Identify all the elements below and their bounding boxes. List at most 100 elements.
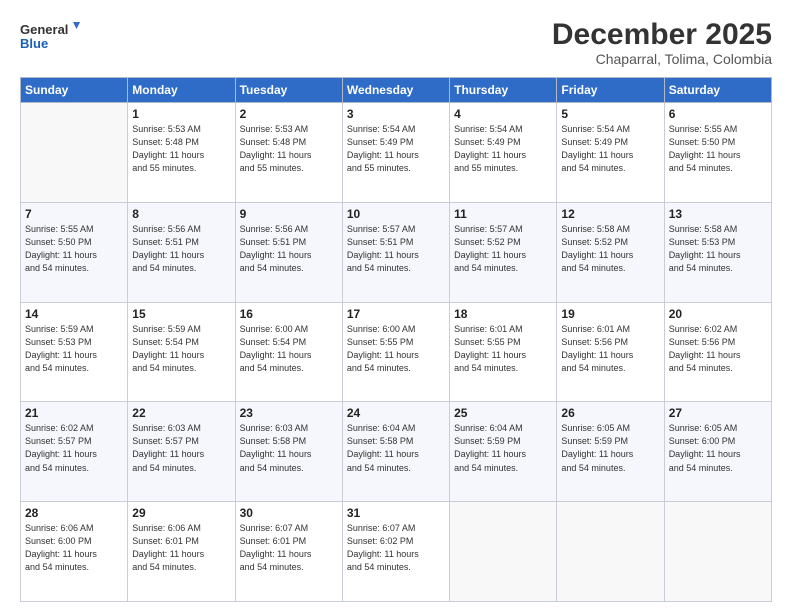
day-number: 13 (669, 207, 767, 221)
day-number: 22 (132, 406, 230, 420)
calendar-cell (664, 502, 771, 602)
day-info: Sunrise: 5:58 AM Sunset: 5:52 PM Dayligh… (561, 223, 659, 275)
day-info: Sunrise: 5:57 AM Sunset: 5:51 PM Dayligh… (347, 223, 445, 275)
calendar-cell (450, 502, 557, 602)
calendar-cell: 5 Sunrise: 5:54 AM Sunset: 5:49 PM Daylig… (557, 103, 664, 203)
title-block: December 2025 Chaparral, Tolima, Colombi… (552, 18, 772, 67)
column-header-tuesday: Tuesday (235, 78, 342, 103)
day-number: 15 (132, 307, 230, 321)
day-number: 27 (669, 406, 767, 420)
calendar-cell: 27 Sunrise: 6:05 AM Sunset: 6:00 PM Dayli… (664, 402, 771, 502)
day-info: Sunrise: 6:05 AM Sunset: 5:59 PM Dayligh… (561, 422, 659, 474)
column-header-friday: Friday (557, 78, 664, 103)
calendar-body: 1 Sunrise: 5:53 AM Sunset: 5:48 PM Daylig… (21, 103, 772, 602)
day-info: Sunrise: 6:00 AM Sunset: 5:55 PM Dayligh… (347, 323, 445, 375)
calendar-cell: 26 Sunrise: 6:05 AM Sunset: 5:59 PM Dayli… (557, 402, 664, 502)
logo-svg: General Blue (20, 18, 80, 56)
logo: General Blue (20, 18, 80, 56)
calendar-cell: 14Sunrise: 5:59 AM Sunset: 5:53 PM Dayli… (21, 302, 128, 402)
day-number: 6 (669, 107, 767, 121)
column-header-sunday: Sunday (21, 78, 128, 103)
day-info: Sunrise: 6:04 AM Sunset: 5:58 PM Dayligh… (347, 422, 445, 474)
day-info: Sunrise: 6:07 AM Sunset: 6:02 PM Dayligh… (347, 522, 445, 574)
day-number: 10 (347, 207, 445, 221)
day-number: 3 (347, 107, 445, 121)
calendar-cell: 25 Sunrise: 6:04 AM Sunset: 5:59 PM Dayli… (450, 402, 557, 502)
calendar-header: SundayMondayTuesdayWednesdayThursdayFrid… (21, 78, 772, 103)
day-number: 7 (25, 207, 123, 221)
calendar-cell: 4 Sunrise: 5:54 AM Sunset: 5:49 PM Daylig… (450, 103, 557, 203)
day-info: Sunrise: 5:55 AM Sunset: 5:50 PM Dayligh… (25, 223, 123, 275)
calendar-week-2: 7 Sunrise: 5:55 AM Sunset: 5:50 PM Daylig… (21, 202, 772, 302)
day-number: 11 (454, 207, 552, 221)
calendar-cell: 17 Sunrise: 6:00 AM Sunset: 5:55 PM Dayli… (342, 302, 449, 402)
day-info: Sunrise: 6:01 AM Sunset: 5:56 PM Dayligh… (561, 323, 659, 375)
day-number: 26 (561, 406, 659, 420)
header-row: SundayMondayTuesdayWednesdayThursdayFrid… (21, 78, 772, 103)
day-info: Sunrise: 6:06 AM Sunset: 6:00 PM Dayligh… (25, 522, 123, 574)
calendar-cell: 21 Sunrise: 6:02 AM Sunset: 5:57 PM Dayli… (21, 402, 128, 502)
day-info: Sunrise: 6:06 AM Sunset: 6:01 PM Dayligh… (132, 522, 230, 574)
day-number: 9 (240, 207, 338, 221)
day-number: 18 (454, 307, 552, 321)
calendar-cell: 2Sunrise: 5:53 AM Sunset: 5:48 PM Daylig… (235, 103, 342, 203)
calendar-cell: 16 Sunrise: 6:00 AM Sunset: 5:54 PM Dayli… (235, 302, 342, 402)
day-number: 19 (561, 307, 659, 321)
page-subtitle: Chaparral, Tolima, Colombia (552, 51, 772, 67)
day-info: Sunrise: 5:53 AM Sunset: 5:48 PM Dayligh… (240, 123, 338, 175)
svg-text:General: General (20, 22, 68, 37)
calendar-cell: 11Sunrise: 5:57 AM Sunset: 5:52 PM Dayli… (450, 202, 557, 302)
day-number: 29 (132, 506, 230, 520)
column-header-wednesday: Wednesday (342, 78, 449, 103)
calendar-cell: 3 Sunrise: 5:54 AM Sunset: 5:49 PM Daylig… (342, 103, 449, 203)
day-info: Sunrise: 5:55 AM Sunset: 5:50 PM Dayligh… (669, 123, 767, 175)
svg-text:Blue: Blue (20, 36, 48, 51)
day-info: Sunrise: 5:59 AM Sunset: 5:54 PM Dayligh… (132, 323, 230, 375)
day-number: 30 (240, 506, 338, 520)
calendar-cell: 8Sunrise: 5:56 AM Sunset: 5:51 PM Daylig… (128, 202, 235, 302)
day-info: Sunrise: 5:54 AM Sunset: 5:49 PM Dayligh… (561, 123, 659, 175)
calendar-table: SundayMondayTuesdayWednesdayThursdayFrid… (20, 77, 772, 602)
day-number: 25 (454, 406, 552, 420)
calendar-cell: 7 Sunrise: 5:55 AM Sunset: 5:50 PM Daylig… (21, 202, 128, 302)
calendar-cell: 23Sunrise: 6:03 AM Sunset: 5:58 PM Dayli… (235, 402, 342, 502)
calendar-cell: 19 Sunrise: 6:01 AM Sunset: 5:56 PM Dayli… (557, 302, 664, 402)
column-header-monday: Monday (128, 78, 235, 103)
day-number: 28 (25, 506, 123, 520)
calendar-cell: 9Sunrise: 5:56 AM Sunset: 5:51 PM Daylig… (235, 202, 342, 302)
calendar-cell: 31Sunrise: 6:07 AM Sunset: 6:02 PM Dayli… (342, 502, 449, 602)
day-info: Sunrise: 6:04 AM Sunset: 5:59 PM Dayligh… (454, 422, 552, 474)
calendar-week-1: 1 Sunrise: 5:53 AM Sunset: 5:48 PM Daylig… (21, 103, 772, 203)
calendar-cell: 13Sunrise: 5:58 AM Sunset: 5:53 PM Dayli… (664, 202, 771, 302)
column-header-thursday: Thursday (450, 78, 557, 103)
day-info: Sunrise: 6:03 AM Sunset: 5:57 PM Dayligh… (132, 422, 230, 474)
page: General Blue December 2025 Chaparral, To… (0, 0, 792, 612)
day-number: 4 (454, 107, 552, 121)
calendar-cell: 10 Sunrise: 5:57 AM Sunset: 5:51 PM Dayli… (342, 202, 449, 302)
calendar-cell (557, 502, 664, 602)
calendar-cell: 12 Sunrise: 5:58 AM Sunset: 5:52 PM Dayli… (557, 202, 664, 302)
day-number: 16 (240, 307, 338, 321)
day-info: Sunrise: 5:54 AM Sunset: 5:49 PM Dayligh… (454, 123, 552, 175)
day-info: Sunrise: 5:54 AM Sunset: 5:49 PM Dayligh… (347, 123, 445, 175)
calendar-cell: 6 Sunrise: 5:55 AM Sunset: 5:50 PM Daylig… (664, 103, 771, 203)
calendar-week-4: 21 Sunrise: 6:02 AM Sunset: 5:57 PM Dayli… (21, 402, 772, 502)
day-number: 14 (25, 307, 123, 321)
calendar-cell: 15 Sunrise: 5:59 AM Sunset: 5:54 PM Dayli… (128, 302, 235, 402)
day-info: Sunrise: 6:02 AM Sunset: 5:57 PM Dayligh… (25, 422, 123, 474)
calendar-cell: 18Sunrise: 6:01 AM Sunset: 5:55 PM Dayli… (450, 302, 557, 402)
day-info: Sunrise: 5:53 AM Sunset: 5:48 PM Dayligh… (132, 123, 230, 175)
page-title: December 2025 (552, 18, 772, 51)
day-info: Sunrise: 6:05 AM Sunset: 6:00 PM Dayligh… (669, 422, 767, 474)
day-number: 5 (561, 107, 659, 121)
day-info: Sunrise: 6:07 AM Sunset: 6:01 PM Dayligh… (240, 522, 338, 574)
day-number: 21 (25, 406, 123, 420)
day-number: 12 (561, 207, 659, 221)
day-number: 17 (347, 307, 445, 321)
calendar-week-3: 14Sunrise: 5:59 AM Sunset: 5:53 PM Dayli… (21, 302, 772, 402)
calendar-cell: 28 Sunrise: 6:06 AM Sunset: 6:00 PM Dayli… (21, 502, 128, 602)
day-info: Sunrise: 6:00 AM Sunset: 5:54 PM Dayligh… (240, 323, 338, 375)
day-number: 1 (132, 107, 230, 121)
calendar-week-5: 28 Sunrise: 6:06 AM Sunset: 6:00 PM Dayli… (21, 502, 772, 602)
day-number: 20 (669, 307, 767, 321)
